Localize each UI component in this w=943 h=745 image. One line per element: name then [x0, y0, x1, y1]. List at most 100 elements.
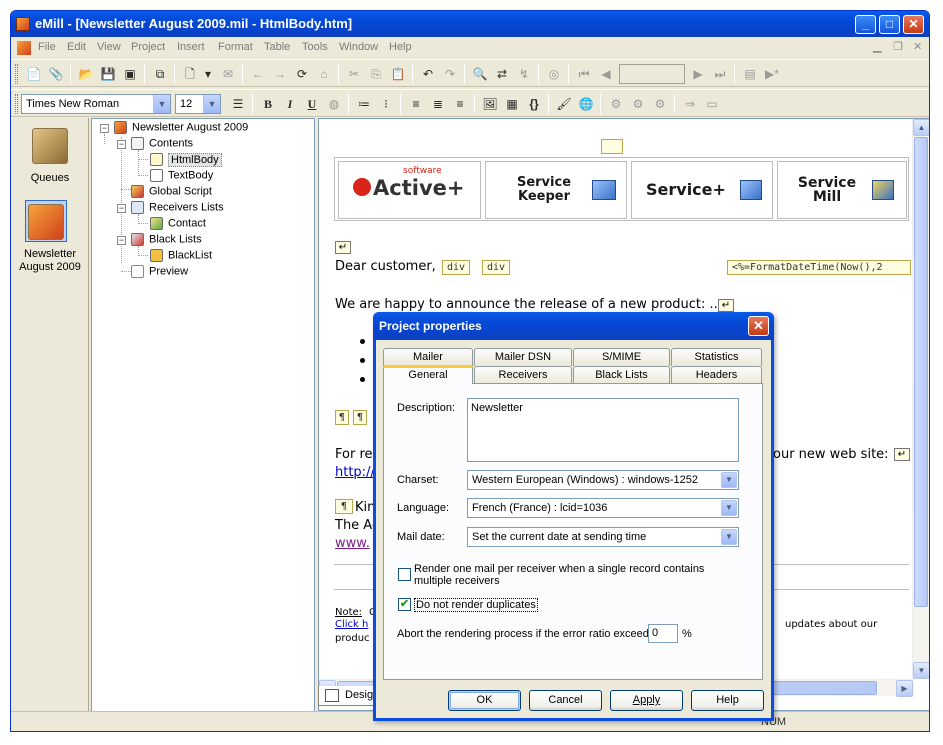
scroll-right-icon[interactable]: ▶	[896, 680, 913, 697]
tool-b-icon[interactable]: ⚙	[629, 95, 647, 113]
tab-black-lists[interactable]: Black Lists	[573, 366, 670, 384]
menu-help[interactable]: Help	[389, 41, 412, 53]
align-right-icon[interactable]: ≡	[451, 95, 469, 113]
save-all-icon[interactable]: ▣	[121, 65, 139, 83]
tab-receivers[interactable]: Receivers	[474, 366, 572, 384]
close-button[interactable]: ✕	[903, 15, 924, 34]
title-bar[interactable]: eMill - [Newsletter August 2009.mil - Ht…	[11, 11, 929, 37]
tree-root[interactable]: Newsletter August 2009	[114, 121, 248, 137]
insert-table-icon[interactable]: ▦	[503, 95, 521, 113]
align-center-icon[interactable]: ≣	[429, 95, 447, 113]
record-field[interactable]	[619, 64, 685, 84]
home-icon[interactable]: ⌂	[315, 65, 333, 83]
new-record-icon[interactable]: ▶*	[763, 65, 781, 83]
tab-general[interactable]: General	[383, 365, 473, 384]
open-icon[interactable]: 📂	[77, 65, 95, 83]
tool-e-icon[interactable]: ▭	[703, 95, 721, 113]
collapse-contents-icon[interactable]: −	[117, 140, 126, 149]
back-icon[interactable]: ←	[249, 65, 267, 83]
collapse-root-icon[interactable]: −	[100, 124, 109, 133]
font-name-combo[interactable]: Times New Roman ▼	[21, 94, 171, 114]
div-tag[interactable]: div	[482, 260, 511, 275]
tab-smime[interactable]: S/MIME	[573, 348, 670, 366]
scroll-down-icon[interactable]: ▼	[913, 662, 929, 679]
tab-mailer[interactable]: Mailer	[383, 348, 473, 366]
record-view-icon[interactable]: ▤	[741, 65, 759, 83]
help-button[interactable]: Help	[691, 690, 764, 711]
tool-a-icon[interactable]: ⚙	[607, 95, 625, 113]
no-duplicates-label[interactable]: Do not render duplicates	[414, 598, 538, 612]
vertical-scrollbar[interactable]: ▲ ▼	[912, 119, 929, 679]
font-size-combo[interactable]: 12 ▼	[175, 94, 221, 114]
queues-icon[interactable]	[32, 128, 68, 164]
newsletter-project-label[interactable]: Newsletter August 2009	[11, 248, 89, 274]
scroll-thumb[interactable]	[914, 137, 928, 607]
database-icon[interactable]: ◎	[545, 65, 563, 83]
tool-c-icon[interactable]: ⚙	[651, 95, 669, 113]
paragraph-mark-icon[interactable]: ¶	[335, 410, 349, 425]
copy-icon[interactable]: ⎘	[367, 65, 385, 83]
menu-tools[interactable]: Tools	[302, 41, 328, 53]
send-icon[interactable]: ✉	[219, 65, 237, 83]
minimize-button[interactable]: _	[855, 15, 876, 34]
maximize-button[interactable]: □	[879, 15, 900, 34]
tool-d-icon[interactable]: ⇒	[681, 95, 699, 113]
menu-insert[interactable]: Insert	[177, 41, 205, 53]
collapse-receivers-icon[interactable]: −	[117, 204, 126, 213]
numbered-list-icon[interactable]: ≔	[355, 95, 373, 113]
mdi-restore-icon[interactable]: ❐	[893, 40, 903, 53]
tree-item-preview[interactable]: Preview	[131, 265, 188, 281]
bullet-list-icon[interactable]: ⁝	[377, 95, 395, 113]
document-icon[interactable]	[17, 41, 31, 55]
logo-cell[interactable]: Service Keeper	[485, 161, 627, 219]
insert-image-icon[interactable]: 🖼	[481, 95, 499, 113]
mdi-minimize-icon[interactable]: ▁	[873, 40, 881, 53]
globe-icon[interactable]: 🌐	[577, 95, 595, 113]
chevron-down-icon[interactable]: ▼	[203, 95, 220, 113]
render-one-checkbox[interactable]	[398, 568, 411, 581]
logo-cell[interactable]: Service Mill	[777, 161, 907, 219]
click-here-link[interactable]: Click h	[335, 619, 368, 630]
language-select[interactable]: French (France) : lcid=1036 ▼	[467, 498, 739, 518]
italic-icon[interactable]: I	[281, 95, 299, 113]
paragraph-style-icon[interactable]: ☰	[229, 95, 247, 113]
collapse-blacklists-icon[interactable]: −	[117, 236, 126, 245]
scroll-up-icon[interactable]: ▲	[913, 119, 929, 136]
align-left-icon[interactable]: ≡	[407, 95, 425, 113]
chevron-down-icon[interactable]: ▼	[721, 529, 737, 545]
last-record-icon[interactable]: ⏭	[711, 65, 729, 83]
paragraph-mark-icon[interactable]: ¶	[353, 410, 367, 425]
save-icon[interactable]: 💾	[99, 65, 117, 83]
chevron-down-icon[interactable]: ▼	[721, 472, 737, 488]
mail-date-select[interactable]: Set the current date at sending time ▼	[467, 527, 739, 547]
ok-button[interactable]: OK	[448, 690, 521, 711]
cancel-button[interactable]: Cancel	[529, 690, 602, 711]
menu-table[interactable]: Table	[264, 41, 290, 53]
error-ratio-input[interactable]: 0	[648, 624, 678, 643]
menu-project[interactable]: Project	[131, 41, 165, 53]
tree-item-black-lists[interactable]: Black Lists	[131, 233, 202, 249]
paste-icon[interactable]: 📋	[389, 65, 407, 83]
app-icon[interactable]	[16, 17, 30, 31]
tab-mailer-dsn[interactable]: Mailer DSN	[474, 348, 572, 366]
div-tag[interactable]: div	[442, 260, 471, 275]
tree-item-htmlbody[interactable]: HtmlBody	[150, 152, 222, 169]
tree-item-global-script[interactable]: Global Script	[131, 185, 212, 201]
insert-script-icon[interactable]: {}	[525, 95, 543, 113]
find-icon[interactable]: 🔍	[471, 65, 489, 83]
dropdown-icon[interactable]: ▾	[199, 65, 217, 83]
menu-edit[interactable]: Edit	[67, 41, 86, 53]
tree-item-receivers-lists[interactable]: Receivers Lists	[131, 201, 224, 217]
website-link[interactable]: http://	[335, 465, 375, 480]
render-one-label[interactable]: Render one mail per receiver when a sing…	[414, 563, 744, 587]
color-icon[interactable]: 🖌	[555, 95, 573, 113]
newsletter-project-icon[interactable]	[28, 204, 64, 240]
tree-item-textbody[interactable]: TextBody	[150, 169, 213, 185]
logo-cell[interactable]: software Active+	[338, 161, 481, 219]
bold-icon[interactable]: B	[259, 95, 277, 113]
description-textarea[interactable]: Newsletter	[467, 398, 739, 462]
dialog-close-button[interactable]: ✕	[748, 316, 769, 336]
first-record-icon[interactable]: ⏮	[575, 65, 593, 83]
redo-icon[interactable]: ↷	[441, 65, 459, 83]
menu-view[interactable]: View	[97, 41, 121, 53]
